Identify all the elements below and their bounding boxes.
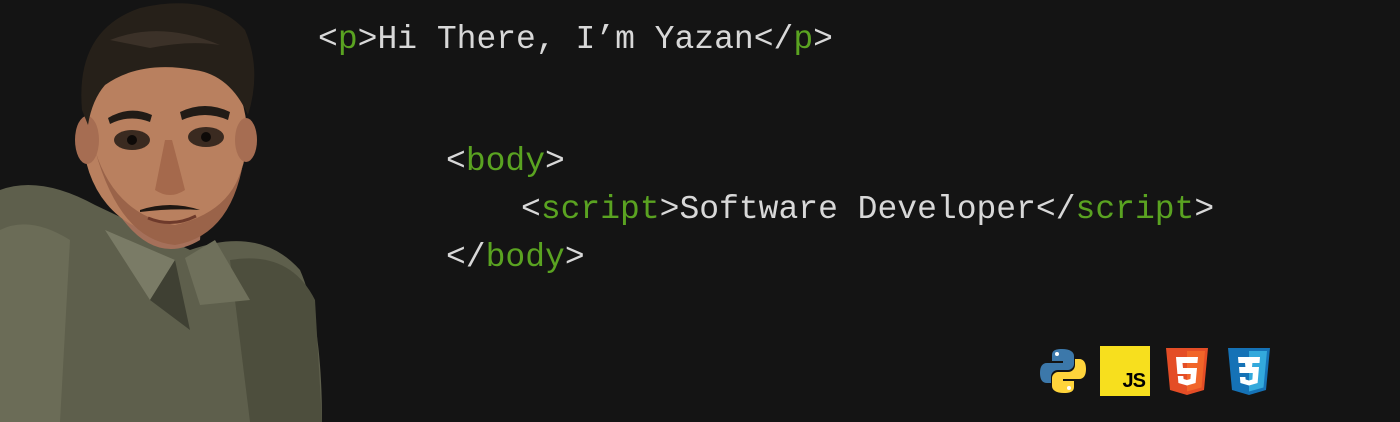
css3-icon xyxy=(1228,348,1270,395)
tech-stack-icons: JS xyxy=(1038,346,1274,396)
intro-text: Hi There, I’m Yazan xyxy=(377,21,754,58)
javascript-icon: JS xyxy=(1100,346,1150,396)
body-close-line: </body> xyxy=(446,239,585,276)
body-open-line: <body> xyxy=(446,143,565,180)
intro-close-tag: p xyxy=(793,21,814,58)
profile-banner: <p>Hi There, I’m Yazan</p> <body> <scrip… xyxy=(0,0,1400,422)
javascript-icon-label: JS xyxy=(1122,370,1146,392)
script-line: <script>Software Developer</script> xyxy=(521,191,1215,228)
role-text: Software Developer xyxy=(679,191,1036,228)
body-close-tag: body xyxy=(485,239,565,276)
intro-line: <p>Hi There, I’m Yazan</p> xyxy=(318,21,833,58)
script-open-tag: script xyxy=(540,191,660,228)
html5-icon xyxy=(1166,348,1208,395)
intro-open-tag: p xyxy=(337,21,358,58)
script-close-tag: script xyxy=(1075,191,1195,228)
profile-portrait xyxy=(0,3,322,422)
python-icon xyxy=(1040,349,1086,393)
body-open-tag: body xyxy=(465,143,546,180)
